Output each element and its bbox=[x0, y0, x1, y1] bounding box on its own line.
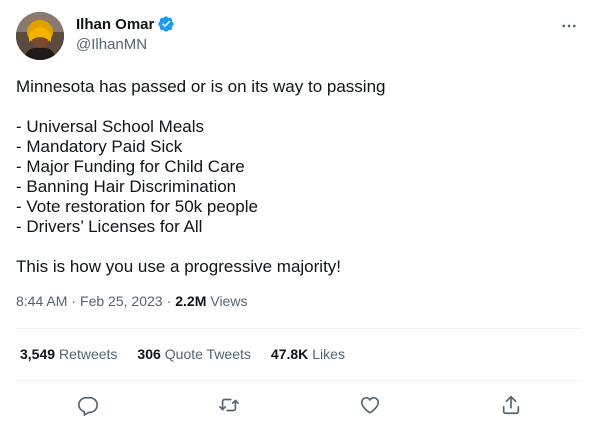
tweet-date[interactable]: Feb 25, 2023 bbox=[80, 293, 163, 309]
action-bar bbox=[0, 393, 598, 419]
tweet-text-line: - Banning Hair Discrimination bbox=[16, 177, 237, 196]
heart-icon bbox=[360, 397, 380, 414]
tweet-text-line: - Vote restoration for 50k people bbox=[16, 197, 258, 216]
tweet-card: Ilhan Omar @IlhanMN Minnesota has passed… bbox=[0, 0, 598, 429]
author-name-row: Ilhan Omar bbox=[76, 15, 175, 33]
share-icon bbox=[502, 395, 520, 415]
tweet-time[interactable]: 8:44 AM bbox=[16, 293, 67, 309]
likes-count: 47.8K bbox=[270, 346, 309, 362]
tweet-text-line: Minnesota has passed or is on its way to… bbox=[16, 77, 386, 96]
avatar-image bbox=[16, 12, 64, 60]
tweet-text-line: - Universal School Meals bbox=[16, 117, 205, 136]
engagement-stats: 3,549 Retweets 306 Quote Tweets 47.8K Likes bbox=[20, 346, 365, 362]
retweets-label: Retweets bbox=[59, 346, 118, 362]
likes-label: Likes bbox=[312, 346, 345, 362]
verified-badge-icon bbox=[157, 15, 175, 33]
retweets-count: 3,549 bbox=[20, 346, 56, 362]
tweet-text-line: - Mandatory Paid Sick bbox=[16, 137, 183, 156]
divider bbox=[16, 380, 582, 381]
separator: · bbox=[166, 293, 172, 309]
more-horizontal-icon bbox=[562, 24, 576, 28]
divider bbox=[16, 328, 582, 329]
tweet-text-line: - Drivers’ Licenses for All bbox=[16, 217, 203, 236]
tweet-text-line: - Major Funding for Child Care bbox=[16, 157, 245, 176]
author-display-name[interactable]: Ilhan Omar bbox=[76, 16, 154, 33]
tweet-metadata: 8:44 AM · Feb 25, 2023 · 2.2M Views bbox=[16, 293, 247, 309]
share-button[interactable] bbox=[499, 393, 523, 417]
reply-icon bbox=[78, 396, 98, 416]
separator: · bbox=[71, 293, 77, 309]
quote-tweets-label: Quote Tweets bbox=[164, 346, 251, 362]
views-label: Views bbox=[210, 293, 248, 309]
more-options-button[interactable] bbox=[554, 13, 584, 39]
reply-button[interactable] bbox=[76, 393, 100, 417]
retweet-button[interactable] bbox=[217, 393, 241, 417]
views-count: 2.2M bbox=[175, 293, 207, 309]
like-button[interactable] bbox=[358, 393, 382, 417]
quote-tweets-stat[interactable]: 306 Quote Tweets bbox=[137, 346, 251, 362]
quote-tweets-count: 306 bbox=[137, 346, 161, 362]
author-handle[interactable]: @IlhanMN bbox=[76, 36, 147, 53]
avatar[interactable] bbox=[16, 12, 64, 60]
retweet-icon bbox=[219, 398, 239, 412]
tweet-text-line bbox=[16, 237, 576, 257]
tweet-text-line: This is how you use a progressive majori… bbox=[16, 257, 342, 276]
retweets-stat[interactable]: 3,549 Retweets bbox=[20, 346, 117, 362]
likes-stat[interactable]: 47.8K Likes bbox=[271, 346, 345, 362]
tweet-text: Minnesota has passed or is on its way to… bbox=[16, 77, 576, 277]
tweet-text-line bbox=[16, 97, 576, 117]
